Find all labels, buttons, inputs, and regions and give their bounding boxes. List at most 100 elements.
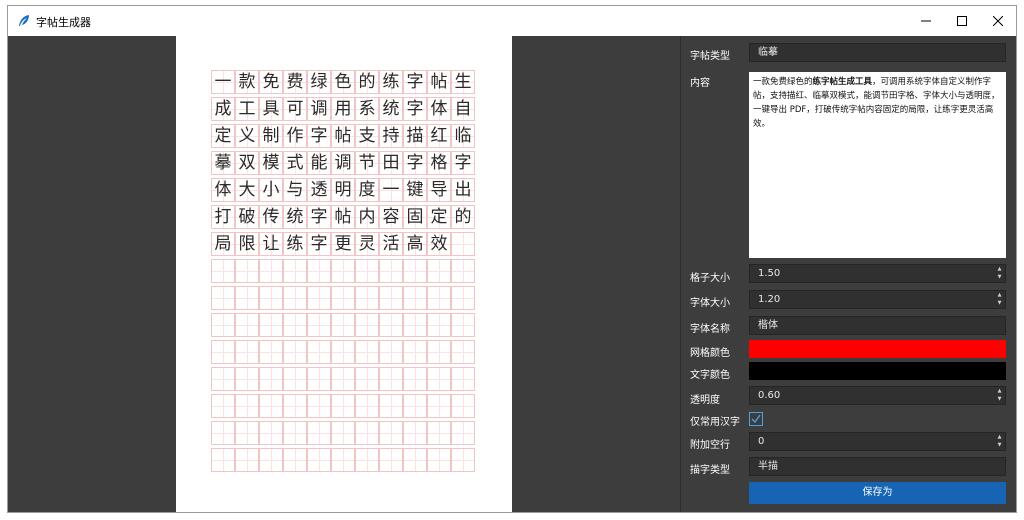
grid-character: 款: [238, 72, 256, 92]
grid-character: 明: [334, 180, 352, 200]
grid-cell: [307, 448, 331, 472]
font-name-label: 字体名称: [690, 324, 730, 335]
grid-cell: [331, 340, 355, 364]
copybook-type-select[interactable]: 临摹: [749, 43, 1006, 62]
content-textarea[interactable]: 一款免费绿色的练字帖生成工具，可调用系统字体自定义制作字帖，支持描红、临摹双模式…: [749, 72, 1006, 258]
grid-cell: 定: [427, 205, 451, 229]
font-name-input[interactable]: 楷体: [749, 316, 1006, 335]
grid-character: 费: [286, 72, 304, 92]
grid-size-stepper[interactable]: ▲ ▼: [995, 266, 1004, 281]
grid-cell: [355, 286, 379, 310]
chevron-up-icon[interactable]: ▲: [998, 434, 1002, 441]
grid-size-spinbox[interactable]: 1.50 ▲ ▼: [749, 264, 1006, 283]
grid-character: 义: [238, 126, 256, 146]
grid-cell: 活: [379, 232, 403, 256]
grid-cell: [451, 286, 475, 310]
copybook-preview[interactable]: 一款免费绿色的练字帖生成工具可调用系统字体自定义制作字帖支持描红临摹双模式能调节…: [176, 36, 512, 512]
grid-character: 字: [310, 126, 328, 146]
text-color-swatch[interactable]: [749, 362, 1006, 380]
grid-cell: 义: [235, 124, 259, 148]
trace-type-label: 描字类型: [690, 465, 730, 476]
text-color-label: 文字颜色: [690, 370, 730, 381]
grid-character: 与: [286, 180, 304, 200]
font-size-spinbox[interactable]: 1.20 ▲ ▼: [749, 290, 1006, 309]
chevron-down-icon[interactable]: ▼: [998, 442, 1002, 449]
grid-character: 临: [454, 126, 472, 146]
grid-cell: 红: [427, 124, 451, 148]
grid-cell: [331, 394, 355, 418]
grid-character: 帖: [334, 126, 352, 146]
grid-cell: 田: [379, 151, 403, 175]
grid-cell: [307, 367, 331, 391]
grid-character: 工: [238, 99, 256, 119]
opacity-stepper[interactable]: ▲ ▼: [995, 388, 1004, 403]
grid-cell: 自: [451, 97, 475, 121]
maximize-button[interactable]: [944, 6, 980, 36]
grid-character: 调: [334, 153, 352, 173]
grid-cell: 生: [451, 70, 475, 94]
grid-cell: 模: [259, 151, 283, 175]
grid-character: 式: [286, 153, 304, 173]
grid-cell: [379, 340, 403, 364]
grid-cell: [427, 259, 451, 283]
grid-cell: 一: [379, 178, 403, 202]
grid-cell: 定: [211, 124, 235, 148]
grid-character: 模: [262, 153, 280, 173]
grid-cell: [355, 340, 379, 364]
common-only-checkbox[interactable]: [749, 412, 763, 426]
window-title: 字帖生成器: [36, 16, 91, 29]
grid-cell: [331, 421, 355, 445]
grid-character: 成: [214, 99, 232, 119]
grid-character: 生: [454, 72, 472, 92]
grid-color-swatch[interactable]: [749, 340, 1006, 358]
grid-character: 免: [262, 72, 280, 92]
grid-cell: [283, 286, 307, 310]
grid-cell: [211, 394, 235, 418]
chevron-up-icon[interactable]: ▲: [998, 292, 1002, 299]
grid-cell: 帖: [331, 124, 355, 148]
grid-character: 字: [406, 153, 424, 173]
grid-cell: 体: [211, 178, 235, 202]
grid-cell: [235, 394, 259, 418]
chevron-down-icon[interactable]: ▼: [998, 274, 1002, 281]
save-as-button[interactable]: 保存为: [749, 482, 1006, 504]
grid-cell: [451, 259, 475, 283]
extra-lines-stepper[interactable]: ▲ ▼: [995, 434, 1004, 449]
grid-cell: 固: [403, 205, 427, 229]
chevron-down-icon[interactable]: ▼: [998, 396, 1002, 403]
grid-character: 支: [358, 126, 376, 146]
chevron-down-icon[interactable]: ▼: [998, 300, 1002, 307]
chevron-up-icon[interactable]: ▲: [998, 266, 1002, 273]
minimize-button[interactable]: [908, 6, 944, 36]
trace-type-select[interactable]: 半描: [749, 457, 1006, 476]
grid-cell: [211, 313, 235, 337]
grid-cell: [355, 313, 379, 337]
font-size-stepper[interactable]: ▲ ▼: [995, 292, 1004, 307]
close-button[interactable]: [980, 6, 1016, 36]
checkmark-icon: [751, 414, 761, 424]
grid-character: 制: [262, 126, 280, 146]
font-name-value: 楷体: [758, 320, 778, 331]
grid-cell: [283, 421, 307, 445]
grid-character: 活: [382, 234, 400, 254]
grid-cell: [331, 448, 355, 472]
grid-character: 的: [454, 207, 472, 227]
grid-cell: [235, 340, 259, 364]
grid-cell: [211, 421, 235, 445]
content-text-bold: 练字帖生成工具: [812, 77, 873, 87]
grid-cell: 字: [403, 97, 427, 121]
chevron-up-icon[interactable]: ▲: [998, 388, 1002, 395]
grid-cell: [283, 313, 307, 337]
grid-cell: [259, 421, 283, 445]
settings-panel: 字帖类型 临摹 内容 一款免费绿色的练字帖生成工具，可调用系统字体自定义制作字帖…: [680, 36, 1016, 512]
grid-cell: [427, 313, 451, 337]
grid-character: 描: [406, 126, 424, 146]
opacity-spinbox[interactable]: 0.60 ▲ ▼: [749, 386, 1006, 405]
grid-cell: 统: [379, 97, 403, 121]
extra-lines-spinbox[interactable]: 0 ▲ ▼: [749, 432, 1006, 451]
grid-cell: [259, 367, 283, 391]
grid-cell: 用: [331, 97, 355, 121]
grid-cell: [355, 421, 379, 445]
content-label: 内容: [690, 78, 710, 89]
grid-cell: [235, 448, 259, 472]
